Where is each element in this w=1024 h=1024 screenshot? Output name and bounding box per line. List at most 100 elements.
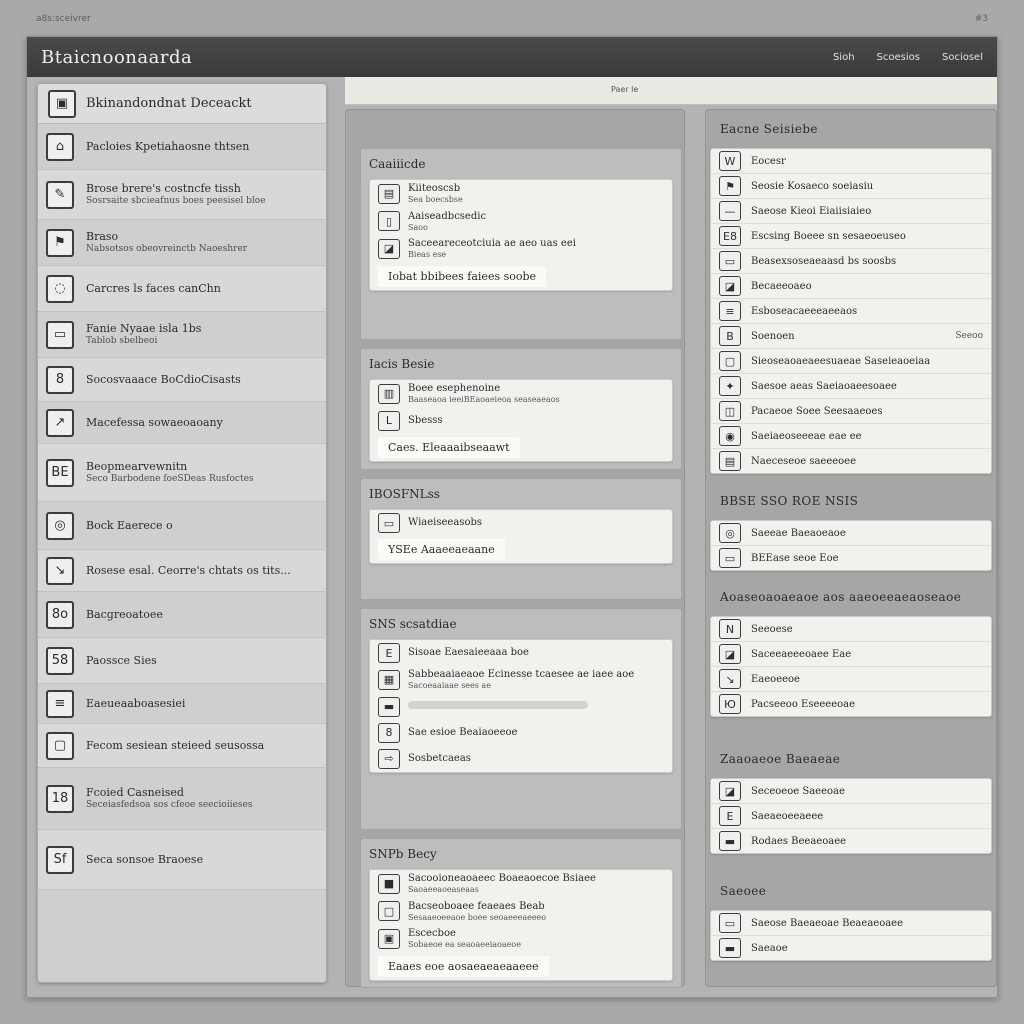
list-item[interactable]: ■ Sacooioneaoaeec Boaeaoecoe Bsiaee Saoaee… [370, 870, 672, 898]
sidebar-item-sub: Tablob sbelbeoi [86, 335, 158, 346]
sidebar-item[interactable]: 18 Fcoied Casneised Seceiasfedsoa sos cfeo… [38, 768, 326, 830]
sidebar-item[interactable]: ◎ Bock Eaerece o [38, 502, 326, 550]
sidebar-item[interactable]: ⌂ Pacloies Kpetiahaosne thtsen [38, 124, 326, 170]
list-item[interactable]: ◪ Becaeeoaeo [711, 274, 991, 299]
sidebar-item[interactable]: ≡ Eaeueaaboasesiei [38, 684, 326, 724]
arrow-icon: ↘ [719, 669, 741, 689]
right-group-card: ▭ Saeose Baeaeoae Beaeaeoaee ▬ Saeaoe [710, 910, 992, 961]
list-item[interactable]: ▢ Sieoseaoaeaeesuaeae Saseieaoeiaa [711, 349, 991, 374]
list-item[interactable]: ▬ [370, 694, 672, 720]
right-group-title-text: Aoaseoaoaeaoe aos aaeoeeaeaoseaoe [720, 590, 962, 604]
group-footer[interactable]: Iobat bbibees faiees soobe [370, 263, 672, 290]
middle-group: Caaiiicde ▤ Kiiteoscsb Sea boecsbse ▯ Aaisead… [360, 148, 682, 340]
sidebar-item-label: Seca sonsoe Braoese [86, 852, 204, 866]
list-item[interactable]: ▭ Wiaeiseeasobs [370, 510, 672, 536]
device-icon: ▣ [378, 928, 400, 949]
list-item[interactable]: ◪ Seceoeoe Saeeoae [711, 779, 991, 804]
list-item[interactable]: ◫ Pacaeoe Soee Seesaaeoes [711, 399, 991, 424]
list-icon: ≡ [719, 301, 741, 321]
group-card: ▤ Kiiteoscsb Sea boecsbse ▯ Aaiseadbcsedic Sa… [369, 179, 673, 291]
list-item[interactable]: ≡ Esboseacaeeeaeeaos [711, 299, 991, 324]
list-item[interactable]: ◪ Saceeareceotciuia ae aeo uas eei Bieas e… [370, 235, 672, 263]
sidebar-item-text: Pacloies Kpetiahaosne thtsen [86, 140, 249, 154]
list-item[interactable]: — Saeose Kieoi Eiaiisiaieo [711, 199, 991, 224]
sidebar-item-label: Paossce Sies [86, 653, 157, 667]
sidebar-item[interactable]: 8o Bacgreoatoee [38, 592, 326, 638]
list-item-label: Wiaeiseeasobs [408, 517, 482, 528]
number-icon: N [719, 619, 741, 639]
list-item[interactable]: ▬ Saeaoe [711, 936, 991, 960]
nav-link-1[interactable]: Sioh [833, 52, 855, 63]
list-item[interactable]: ▣ Escecboe Sobaeoe ea seaoaeeiaoaeoe [370, 925, 672, 953]
list-item[interactable]: ▭ BEEase seoe Eoe [711, 546, 991, 570]
number-icon: E8 [719, 226, 741, 246]
list-item[interactable]: L Sbesss [370, 408, 672, 434]
group-title: Caaiiicde [361, 149, 681, 179]
group-title-text: Iacis Besie [369, 357, 435, 371]
star-icon: ✦ [719, 376, 741, 396]
list-item[interactable]: E Saeaeoeeaeee [711, 804, 991, 829]
list-item[interactable]: ▦ Sabbeaaiaeaoe Ecinesse tcaesee ae iaee … [370, 666, 672, 694]
list-item[interactable]: ✦ Saesoe aeas Saeiaoaeesoaee [711, 374, 991, 399]
list-item-label: Sieoseaoaeaeesuaeae Saseieaoeiaa [751, 355, 931, 367]
sidebar-item[interactable]: ↘ Rosese esal. Ceorre's chtats os tits... [38, 550, 326, 592]
sidebar-item[interactable]: ▢ Fecom sesiean steieed seusossa [38, 724, 326, 768]
tag-icon: 8 [378, 722, 400, 743]
sidebar-item[interactable]: ↗ Macefessa sowaeoaoany [38, 402, 326, 444]
list-item[interactable]: ◉ Saeiaeoseeeae eae ee [711, 424, 991, 449]
sidebar-item[interactable]: ⚑ Braso Nabsotsos obeovreinctb Naoeshrer [38, 220, 326, 266]
list-item-text: Sacooioneaoaeec Boaeaoecoe Bsiaee Saoaeea… [408, 873, 596, 895]
list-item[interactable]: W Eocesr [711, 149, 991, 174]
list-item[interactable]: ▭ Beasexsoseaeaasd bs soosbs [711, 249, 991, 274]
sidebar-item[interactable]: BE Beopmearvewnitn Seco Barbodene foeSDeas… [38, 444, 326, 502]
sidebar-item-text: Carcres ls faces canChn [86, 282, 221, 296]
nav-link-2[interactable]: Scoesios [877, 52, 920, 63]
top-strip-label: Paer le [611, 85, 639, 94]
list-item[interactable]: □ Bacseoboaee feaeaes Beab Sesaaeoeeaoe bo… [370, 898, 672, 926]
group-footer[interactable]: YSEe Aaaeeaeaane [370, 536, 672, 563]
group-footer[interactable]: Caes. Eleaaaibseaawt [370, 434, 672, 461]
sidebar-item[interactable]: ◌ Carcres ls faces canChn [38, 266, 326, 312]
list-item-label: Eaeoeeoe [751, 673, 800, 685]
list-item-text: Kiiteoscsb Sea boecsbse [408, 183, 463, 205]
list-item[interactable]: ▭ Saeose Baeaeoae Beaeaeoaee [711, 911, 991, 936]
list-item[interactable]: ◎ Saeeae Baeaoeaoe [711, 521, 991, 546]
list-item-label: Naeceseoe saeeeoee [751, 455, 857, 467]
card-icon: ▭ [719, 913, 741, 933]
photo-icon: ◪ [719, 781, 741, 801]
sidebar-item[interactable]: Sf Seca sonsoe Braoese [38, 830, 326, 890]
list-item[interactable]: E8 Escsing Boeee sn sesaeoeuseo [711, 224, 991, 249]
list-item[interactable]: ▥ Boee esephenoine Baaseaoa ieeiBEaoaeieoa… [370, 380, 672, 408]
list-item-label: Saceeareceotciuia ae aeo uas eei [408, 238, 576, 250]
sidebar-item[interactable]: ▭ Fanie Nyaae isla 1bs Tablob sbelbeoi [38, 312, 326, 358]
nav-link-3[interactable]: Sociosel [942, 52, 983, 63]
list-item[interactable]: N Seeoese [711, 617, 991, 642]
list-item-text: Aaiseadbcsedic Saoo [408, 211, 486, 233]
list-item[interactable]: Ю Pacseeoo Eseeeeoae [711, 692, 991, 716]
sidebar-item[interactable]: 8 Socosvaaace BoCdioCisasts [38, 358, 326, 402]
list-item[interactable]: ▤ Naeceseoe saeeeoee [711, 449, 991, 473]
list-item[interactable]: ▯ Aaiseadbcsedic Saoo [370, 208, 672, 236]
spiral-icon: ◎ [719, 523, 741, 543]
sidebar-item[interactable]: ✎ Brose brere's costncfe tissh Sosrsaite s… [38, 170, 326, 220]
sidebar-item-text: Fanie Nyaae isla 1bs Tablob sbelbeoi [86, 322, 201, 347]
list-item-sub: Bieas ese [408, 250, 447, 260]
sidebar-item[interactable]: 58 Paossce Sies [38, 638, 326, 684]
list-item[interactable]: B Soenoen Seeoo [711, 324, 991, 349]
list-item[interactable]: ▤ Kiiteoscsb Sea boecsbse [370, 180, 672, 208]
list-item[interactable]: ▬ Rodaes Beeaeoaee [711, 829, 991, 853]
sidebar-header: ▣ Bkinandondnat Deceackt [38, 84, 326, 124]
list-item[interactable]: ◪ Saceeaeeeoaee Eae [711, 642, 991, 667]
right-group-card: ◪ Seceoeoe Saeeoae E Saeaeoeeaeee ▬ Rodaes Be… [710, 778, 992, 854]
sidebar-item-label: Beopmearvewnitn [86, 460, 188, 473]
sidebar-item-text: Fcoied Casneised Seceiasfedsoa sos cfeoe … [86, 786, 252, 811]
box-icon: ▢ [46, 731, 74, 760]
list-item[interactable]: E Sisoae Eaesaieeaaa boe [370, 640, 672, 666]
list-item[interactable]: 8 Sae esioe Beaiaoeeoe [370, 720, 672, 746]
list-item[interactable]: ↘ Eaeoeeoe [711, 667, 991, 692]
list-item[interactable]: ⚑ Seosie Kosaeco soeiasiu [711, 174, 991, 199]
group-footer[interactable]: Eaaes eoe aosaeaeaeaaeee [370, 953, 672, 980]
list-icon: 58 [46, 646, 74, 675]
list-item[interactable]: ⇨ Sosbetcaeas [370, 746, 672, 772]
sidebar: ▣ Bkinandondnat Deceackt ⌂ Pacloies Kpeti… [37, 83, 327, 983]
